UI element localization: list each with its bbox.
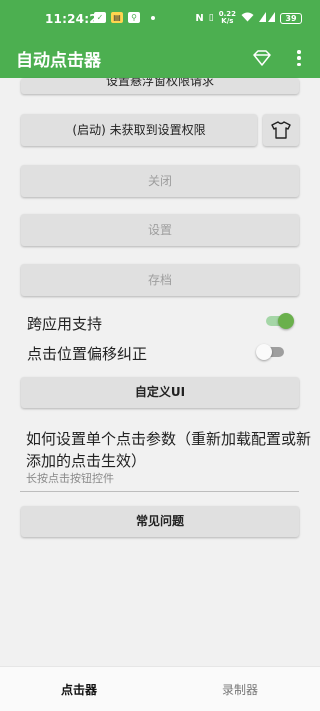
wifi-icon xyxy=(241,12,254,25)
status-bar: 11:24:28 ✓ ▤ ⚲ N ▯ 0.22 K/s 39 xyxy=(0,0,320,38)
bottom-navigation: 点击器 录制器 xyxy=(0,666,320,711)
overlay-permission-label: 设置悬浮窗权限请求 xyxy=(105,78,214,88)
cross-app-switch[interactable] xyxy=(264,313,294,329)
faq-label: 常见问题 xyxy=(135,514,184,528)
diamond-icon[interactable] xyxy=(253,50,271,66)
overlay-permission-button[interactable]: 设置悬浮窗权限请求 xyxy=(21,78,299,94)
network-speed: 0.22 K/s xyxy=(219,11,236,25)
tshirt-icon xyxy=(271,121,291,142)
custom-ui-button[interactable]: 自定义UI xyxy=(21,377,299,408)
tab-recorder[interactable]: 录制器 xyxy=(222,681,258,698)
notification-app-icon: ✓ xyxy=(94,12,106,23)
close-button[interactable]: 关闭 xyxy=(21,165,299,197)
more-options-icon[interactable] xyxy=(296,50,302,66)
start-button[interactable]: (启动) 未获取到设置权限 xyxy=(21,114,257,146)
app-title: 自动点击器 xyxy=(16,51,101,71)
cross-app-label: 跨应用支持 xyxy=(27,315,103,333)
signal-icon xyxy=(259,11,275,25)
close-label: 关闭 xyxy=(147,174,172,188)
silent-icon: ▯ xyxy=(208,13,214,23)
tab-clicker[interactable]: 点击器 xyxy=(61,681,97,698)
start-label: (启动) 未获取到设置权限 xyxy=(72,123,206,137)
save-label: 存档 xyxy=(147,273,172,287)
settings-label: 设置 xyxy=(147,223,172,237)
save-button[interactable]: 存档 xyxy=(21,264,299,296)
notification-link-icon: ⚲ xyxy=(128,12,140,23)
theme-button[interactable] xyxy=(263,114,299,146)
offset-fix-switch-thumb xyxy=(256,344,272,360)
offset-fix-label: 点击位置偏移纠正 xyxy=(27,345,148,363)
cross-app-switch-thumb xyxy=(278,313,294,329)
app-bar: 自动点击器 xyxy=(0,38,320,78)
battery-icon: 39 xyxy=(280,12,302,24)
notification-dot-icon xyxy=(151,15,155,20)
settings-button[interactable]: 设置 xyxy=(21,214,299,246)
nfc-icon: N xyxy=(195,12,204,24)
network-speed-unit: K/s xyxy=(221,17,234,25)
notification-icons: ✓ ▤ ⚲ xyxy=(94,12,155,23)
click-params-help-subtitle: 长按点击按钮控件 xyxy=(26,472,114,485)
notification-bank-icon: ▤ xyxy=(111,12,123,23)
faq-button[interactable]: 常见问题 xyxy=(21,506,299,537)
system-icons: N ▯ 0.22 K/s 39 xyxy=(195,11,302,25)
custom-ui-label: 自定义UI xyxy=(134,385,186,399)
divider xyxy=(20,491,299,492)
click-params-help-title: 如何设置单个点击参数（重新加载配置或新添加的点击生效） xyxy=(26,430,312,470)
offset-fix-switch[interactable] xyxy=(256,344,286,360)
